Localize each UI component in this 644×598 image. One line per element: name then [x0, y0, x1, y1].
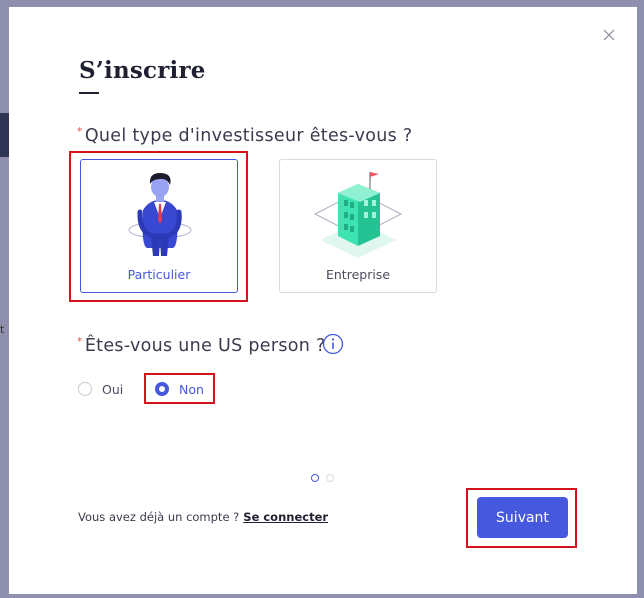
backdrop-page	[0, 113, 9, 157]
next-button[interactable]: Suivant	[477, 497, 568, 538]
person-illustration	[128, 173, 192, 256]
radio-circle[interactable]	[155, 382, 169, 396]
radio-label: Oui	[102, 381, 124, 397]
radio-oui[interactable]: Oui	[78, 380, 123, 398]
investor-type-question-text: Quel type d'investisseur êtes-vous ?	[84, 126, 413, 146]
login-link[interactable]: Se connecter	[243, 510, 328, 524]
required-mark: *	[77, 335, 83, 348]
login-prompt: Vous avez déjà un compte ? Se connecter	[78, 510, 328, 524]
investor-type-question: * Quel type d'investisseur êtes-vous ?	[77, 125, 413, 146]
required-mark: *	[77, 125, 83, 138]
building-illustration	[313, 172, 403, 258]
close-icon[interactable]	[601, 27, 617, 43]
signup-modal: S’inscrire * Quel type d'investisseur ête…	[9, 7, 637, 594]
step-pager	[311, 474, 334, 482]
info-icon[interactable]	[322, 333, 344, 355]
card-label: Particulier	[127, 267, 191, 282]
us-person-question: * Êtes-vous une US person ?	[77, 335, 326, 356]
backdrop-text-fragment: t	[0, 323, 5, 336]
us-person-question-text: Êtes-vous une US person ?	[84, 336, 326, 356]
login-prompt-text: Vous avez déjà un compte ?	[78, 510, 240, 524]
option-card-entreprise[interactable]: Entreprise	[279, 159, 437, 293]
pager-dot[interactable]	[326, 474, 334, 482]
radio-circle[interactable]	[78, 382, 92, 396]
radio-non[interactable]: Non	[155, 380, 204, 398]
pager-dot-active[interactable]	[311, 474, 319, 482]
card-label: Entreprise	[325, 267, 391, 282]
title-underline	[79, 92, 99, 94]
option-card-particulier[interactable]: Particulier	[80, 159, 238, 293]
modal-title: S’inscrire	[79, 57, 206, 84]
radio-label: Non	[179, 381, 204, 397]
